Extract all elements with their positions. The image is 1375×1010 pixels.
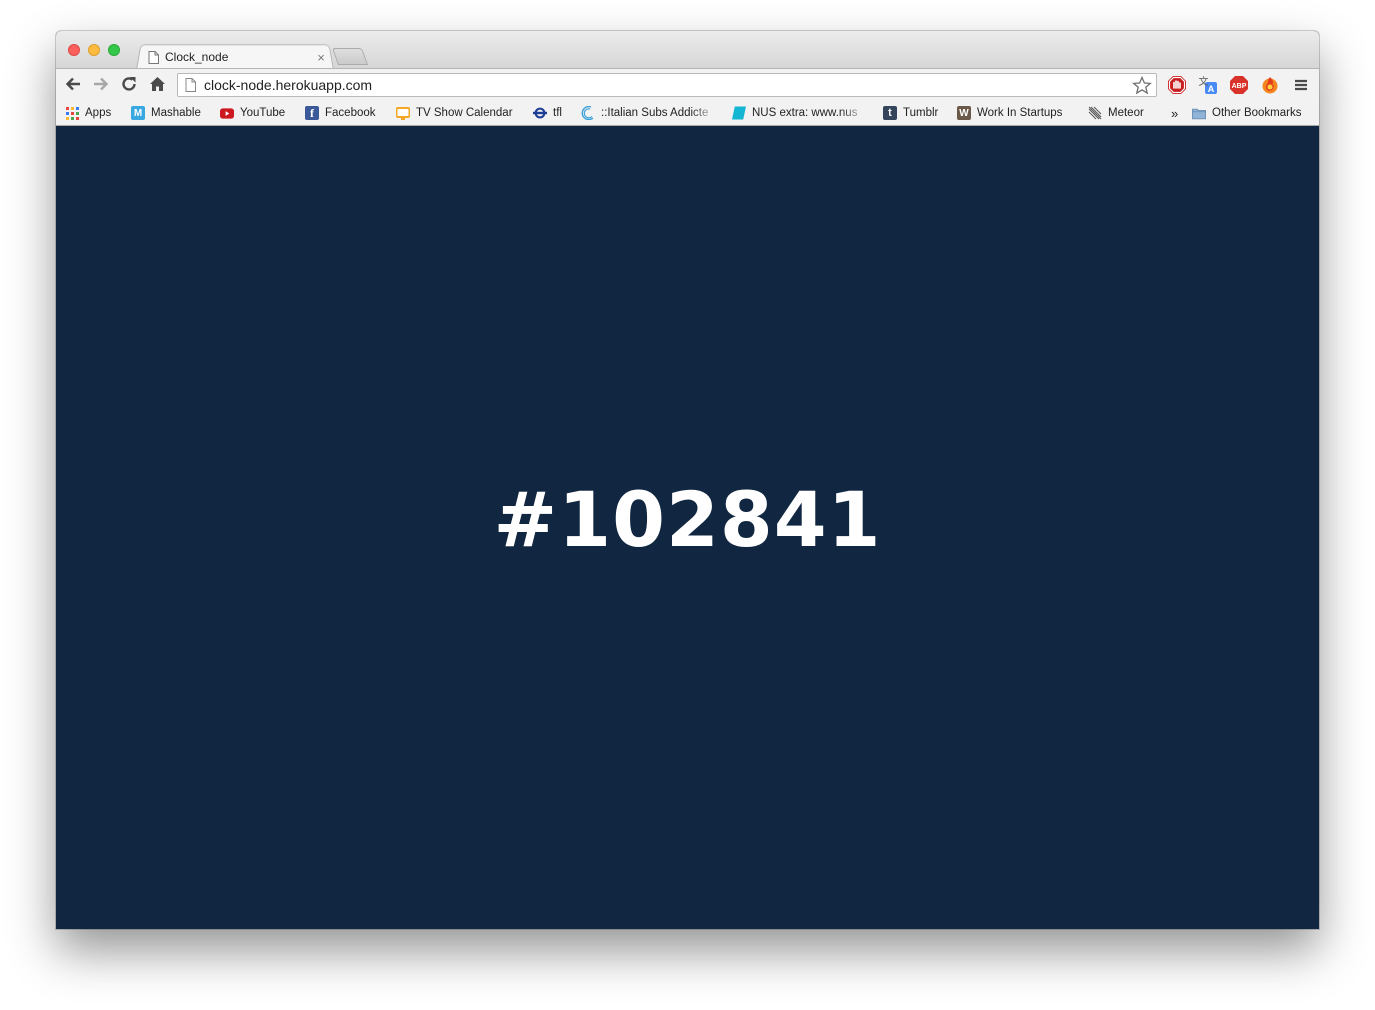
tfl-roundel-icon	[533, 106, 547, 120]
bookmark-youtube[interactable]: YouTube	[220, 104, 285, 122]
close-window-button[interactable]	[68, 44, 80, 56]
bookmark-label: Facebook	[325, 107, 376, 119]
tv-calendar-icon	[396, 106, 410, 120]
star-icon[interactable]	[1132, 75, 1152, 95]
bookmark-label: YouTube	[240, 107, 286, 119]
bookmark-other-bookmarks[interactable]: Other Bookmarks	[1192, 104, 1301, 122]
mashable-icon: M	[131, 106, 145, 120]
bookmark-label: Meteor	[1108, 107, 1144, 119]
bookmark-nus-extra[interactable]: NUS extra: www.nus	[732, 104, 868, 122]
forward-icon[interactable]	[91, 74, 111, 94]
apps-grid-icon	[65, 106, 79, 120]
bookmark-tv-show-calendar[interactable]: TV Show Calendar	[396, 104, 513, 122]
bookmark-tfl[interactable]: tfl	[533, 104, 562, 122]
facebook-icon: f	[305, 106, 319, 120]
adblock-icon[interactable]: ABP	[1229, 75, 1249, 95]
bookmark-mashable[interactable]: M Mashable	[131, 104, 201, 122]
bookmark-label: Tumblr	[903, 107, 939, 119]
home-icon[interactable]	[147, 74, 167, 94]
page-content: #102841	[56, 126, 1319, 929]
tab-active[interactable]: Clock_node ×	[148, 46, 328, 68]
bookmarks-bar: Apps M Mashable YouTube f Facebook TV Sh…	[56, 100, 1319, 126]
color-code-display: #102841	[493, 475, 882, 564]
toolbar: clock-node.herokuapp.com A文 ABP	[56, 68, 1319, 101]
tab-close-icon[interactable]: ×	[314, 50, 328, 65]
bookmark-label: Work In Startups	[977, 107, 1063, 119]
minimize-window-button[interactable]	[88, 44, 100, 56]
svg-text:文: 文	[1199, 75, 1209, 88]
bookmarks-overflow-button[interactable]: »	[1171, 104, 1178, 122]
bookmark-label: Other Bookmarks	[1212, 107, 1302, 119]
svg-text:A: A	[1208, 84, 1215, 94]
youtube-icon	[220, 106, 234, 120]
page-icon	[185, 78, 196, 92]
bookmark-label: TV Show Calendar	[416, 107, 513, 119]
translate-icon[interactable]: A文	[1198, 75, 1218, 95]
svg-text:ABP: ABP	[1232, 83, 1247, 90]
bookmark-apps[interactable]: Apps	[65, 104, 111, 122]
bookmark-label: ::Italian Subs Addicte	[601, 107, 709, 119]
folder-icon	[1192, 106, 1206, 120]
bookmark-label: Mashable	[151, 107, 201, 119]
bookmark-label: Apps	[85, 107, 112, 119]
bookmark-italian-subs[interactable]: ::Italian Subs Addicte	[581, 104, 718, 122]
italian-subs-icon	[581, 106, 595, 120]
bookmark-label: NUS extra: www.nus	[752, 107, 858, 119]
meteor-icon	[1088, 106, 1102, 120]
back-icon[interactable]	[63, 74, 83, 94]
bookmark-tumblr[interactable]: t Tumblr	[883, 104, 938, 122]
tumblr-icon: t	[883, 106, 897, 120]
nus-extra-icon	[732, 106, 746, 120]
reload-icon[interactable]	[119, 74, 139, 94]
page-icon	[148, 50, 159, 64]
bookmark-meteor[interactable]: Meteor	[1088, 104, 1144, 122]
url-text: clock-node.herokuapp.com	[204, 77, 373, 93]
menu-icon[interactable]	[1291, 75, 1311, 95]
browser-window: Clock_node × clock-node.herokuapp.com A …	[56, 31, 1319, 929]
bookmark-work-in-startups[interactable]: W Work In Startups	[957, 104, 1062, 122]
firefox-icon[interactable]	[1260, 75, 1280, 95]
tab-title: Clock_node	[165, 50, 229, 64]
maximize-window-button[interactable]	[108, 44, 120, 56]
bookmark-label: tfl	[553, 107, 562, 119]
bookmark-facebook[interactable]: f Facebook	[305, 104, 376, 122]
address-bar[interactable]: clock-node.herokuapp.com	[177, 73, 1157, 97]
title-bar: Clock_node ×	[56, 31, 1319, 70]
work-in-startups-icon: W	[957, 106, 971, 120]
stop-extension-icon[interactable]	[1167, 75, 1187, 95]
new-tab-button[interactable]	[331, 48, 369, 65]
